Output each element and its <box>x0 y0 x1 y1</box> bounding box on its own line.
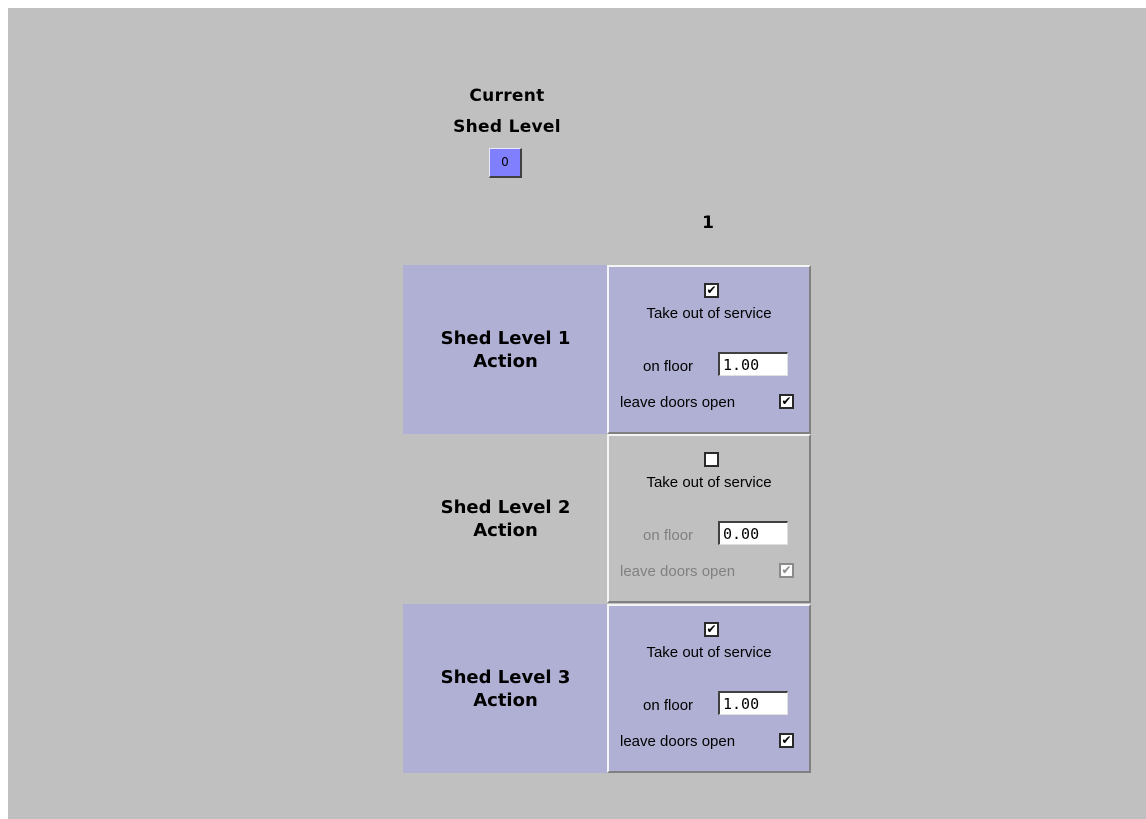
shed-level-1-label: Shed Level 1 Action <box>403 265 608 434</box>
leave-doors-open-label: leave doors open <box>620 394 736 411</box>
floor-input[interactable]: 0.00 <box>718 521 788 545</box>
row-label-line1: Shed Level 2 <box>440 496 571 518</box>
leave-doors-open-checkbox[interactable]: ✔ <box>779 563 794 578</box>
floor-input[interactable]: 1.00 <box>718 352 788 376</box>
leave-doors-open-checkbox[interactable]: ✔ <box>779 394 794 409</box>
current-shed-title-line2: Shed Level <box>453 117 561 137</box>
take-out-of-service-label: Take out of service <box>646 644 772 661</box>
on-floor-label: on floor <box>643 358 694 375</box>
shed-level-3-action-cell: ✔ Take out of service on floor 1.00 leav… <box>607 604 811 773</box>
row-label-line2: Action <box>473 350 538 372</box>
shed-level-2-action-cell: Take out of service on floor 0.00 leave … <box>607 434 811 603</box>
take-out-of-service-checkbox[interactable]: ✔ <box>704 283 719 298</box>
on-floor-label: on floor <box>643 697 694 714</box>
shed-level-3-label: Shed Level 3 Action <box>403 604 608 773</box>
leave-doors-open-label: leave doors open <box>620 733 736 750</box>
row-label-line2: Action <box>473 689 538 711</box>
column-header: 1 <box>702 213 714 233</box>
take-out-of-service-checkbox[interactable] <box>704 452 719 467</box>
leave-doors-open-checkbox[interactable]: ✔ <box>779 733 794 748</box>
shed-level-1-action-cell: ✔ Take out of service on floor 1.00 leav… <box>607 265 811 434</box>
current-shed-title-line1: Current <box>469 86 545 106</box>
row-label-line1: Shed Level 1 <box>440 327 571 349</box>
take-out-of-service-label: Take out of service <box>646 474 772 491</box>
shed-level-2-label: Shed Level 2 Action <box>403 434 608 603</box>
leave-doors-open-label: leave doors open <box>620 563 736 580</box>
row-label-line2: Action <box>473 519 538 541</box>
floor-input[interactable]: 1.00 <box>718 691 788 715</box>
take-out-of-service-label: Take out of service <box>646 305 772 322</box>
take-out-of-service-checkbox[interactable]: ✔ <box>704 622 719 637</box>
row-label-line1: Shed Level 3 <box>440 666 571 688</box>
current-shed-level-value: 0 <box>489 148 522 178</box>
on-floor-label: on floor <box>643 527 694 544</box>
